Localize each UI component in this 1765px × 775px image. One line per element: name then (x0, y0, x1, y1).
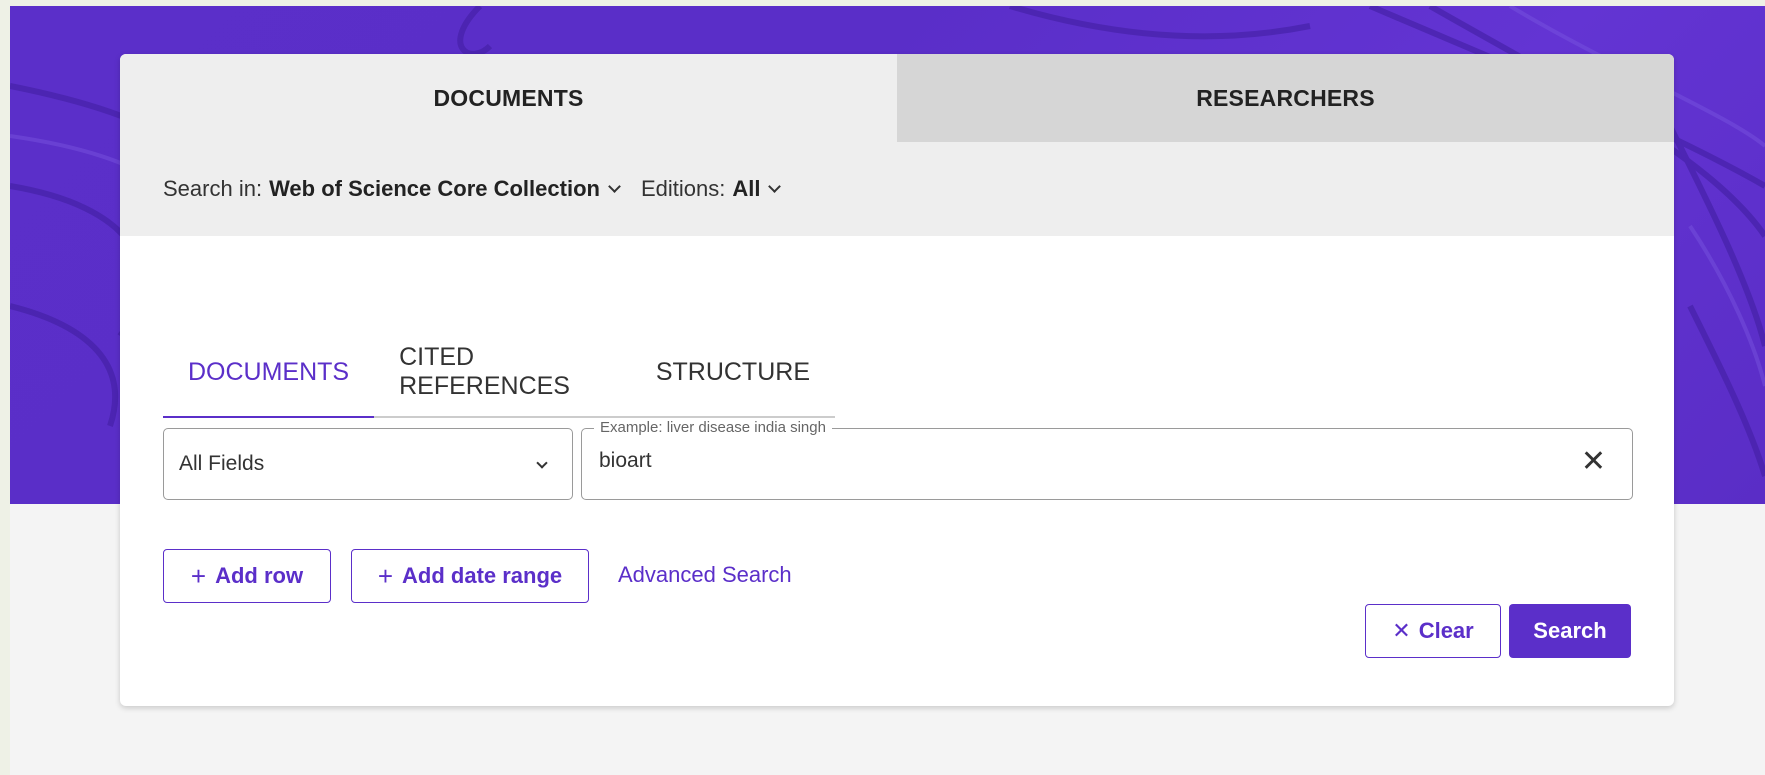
search-button[interactable]: Search (1509, 604, 1631, 658)
field-select-value: All Fields (179, 452, 265, 475)
subtab-structure[interactable]: STRUCTURE (631, 328, 835, 416)
close-icon: ✕ (1392, 618, 1411, 643)
editions-value: All (732, 176, 761, 201)
search-in-label: Search in: (163, 176, 263, 201)
chevron-down-icon (768, 180, 782, 193)
search-in-bar: Search in: Web of Science Core Collectio… (120, 142, 1674, 236)
subtab-cited-references[interactable]: CITED REFERENCES (374, 328, 631, 416)
query-input[interactable] (599, 449, 1499, 473)
collection-value: Web of Science Core Collection (269, 176, 600, 201)
add-row-button[interactable]: + Add row (163, 549, 331, 603)
clear-label: Clear (1418, 618, 1474, 643)
add-row-label: Add row (215, 563, 304, 588)
top-tab-bar: DOCUMENTS RESEARCHERS (120, 54, 1674, 142)
add-date-range-label: Add date range (402, 563, 563, 588)
advanced-search-link[interactable]: Advanced Search (618, 562, 792, 588)
query-field: Example: liver disease india singh ✕ (581, 419, 1633, 500)
chevron-down-icon (536, 457, 548, 469)
plus-icon: + (377, 560, 394, 591)
field-select[interactable]: All Fields (163, 428, 573, 500)
search-card: DOCUMENTS RESEARCHERS Search in: Web of … (120, 54, 1674, 706)
collection-dropdown[interactable]: Web of Science Core Collection (269, 176, 621, 202)
chevron-down-icon (608, 180, 621, 193)
editions-dropdown[interactable]: All (732, 176, 782, 202)
editions-label: Editions: (640, 176, 726, 201)
clear-button[interactable]: ✕ Clear (1365, 604, 1501, 658)
plus-icon: + (190, 560, 207, 591)
close-icon[interactable]: ✕ (1581, 447, 1606, 477)
tab-documents[interactable]: DOCUMENTS (120, 54, 897, 142)
add-date-range-button[interactable]: + Add date range (351, 549, 589, 603)
search-type-tabs: DOCUMENTS CITED REFERENCES STRUCTURE (163, 320, 835, 418)
query-example-label: Example: liver disease india singh (594, 419, 832, 436)
subtab-documents[interactable]: DOCUMENTS (163, 328, 375, 418)
tab-researchers[interactable]: RESEARCHERS (897, 54, 1674, 142)
